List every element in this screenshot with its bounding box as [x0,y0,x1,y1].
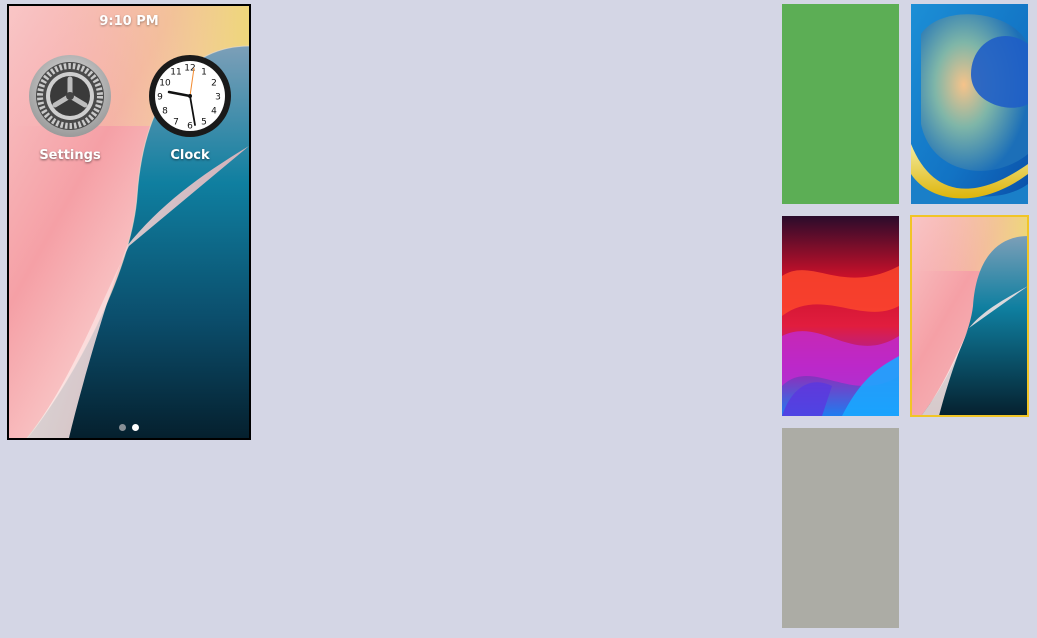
wallpaper-blue-abstract-image [911,4,1028,204]
clock-numeral: 1 [201,68,207,78]
settings-app[interactable]: Settings [20,54,120,163]
wallpaper-green-image [782,4,899,204]
phone-preview: 9:10 PM Settings 12 1 2 3 4 5 6 7 8 9 10… [7,4,251,440]
wallpaper-red-purple-image [782,216,899,416]
clock-app[interactable]: 12 1 2 3 4 5 6 7 8 9 10 11 Clock [140,54,240,163]
settings-gear-icon [29,55,111,137]
wallpaper-pastel-teal-image [911,216,1028,416]
clock-numeral: 8 [162,107,168,117]
clock-numeral: 11 [170,68,181,78]
clock-numeral: 3 [215,93,221,103]
wallpaper-thumb-green[interactable] [782,4,899,204]
wallpaper-thumb-pastel-teal-selected[interactable] [910,215,1029,417]
wallpaper-thumb-gray[interactable] [782,428,899,628]
clock-numeral: 7 [173,118,179,128]
page-dot-active[interactable] [132,424,139,431]
clock-app-label: Clock [170,148,210,163]
clock-numeral: 9 [157,93,163,103]
page-indicator [9,416,249,435]
wallpaper-gray-image [782,428,899,628]
clock-numeral: 5 [201,118,207,128]
clock-numeral: 4 [211,107,217,117]
clock-numeral: 10 [159,79,171,89]
page-dot[interactable] [119,424,126,431]
clock-icon: 12 1 2 3 4 5 6 7 8 9 10 11 [149,55,231,137]
wallpaper-thumb-blue-abstract[interactable] [911,4,1028,204]
clock-numeral: 6 [187,122,193,132]
settings-app-label: Settings [39,148,101,163]
status-time: 9:10 PM [99,14,159,29]
wallpaper-thumb-red-purple[interactable] [782,216,899,416]
clock-numeral: 2 [211,79,217,89]
